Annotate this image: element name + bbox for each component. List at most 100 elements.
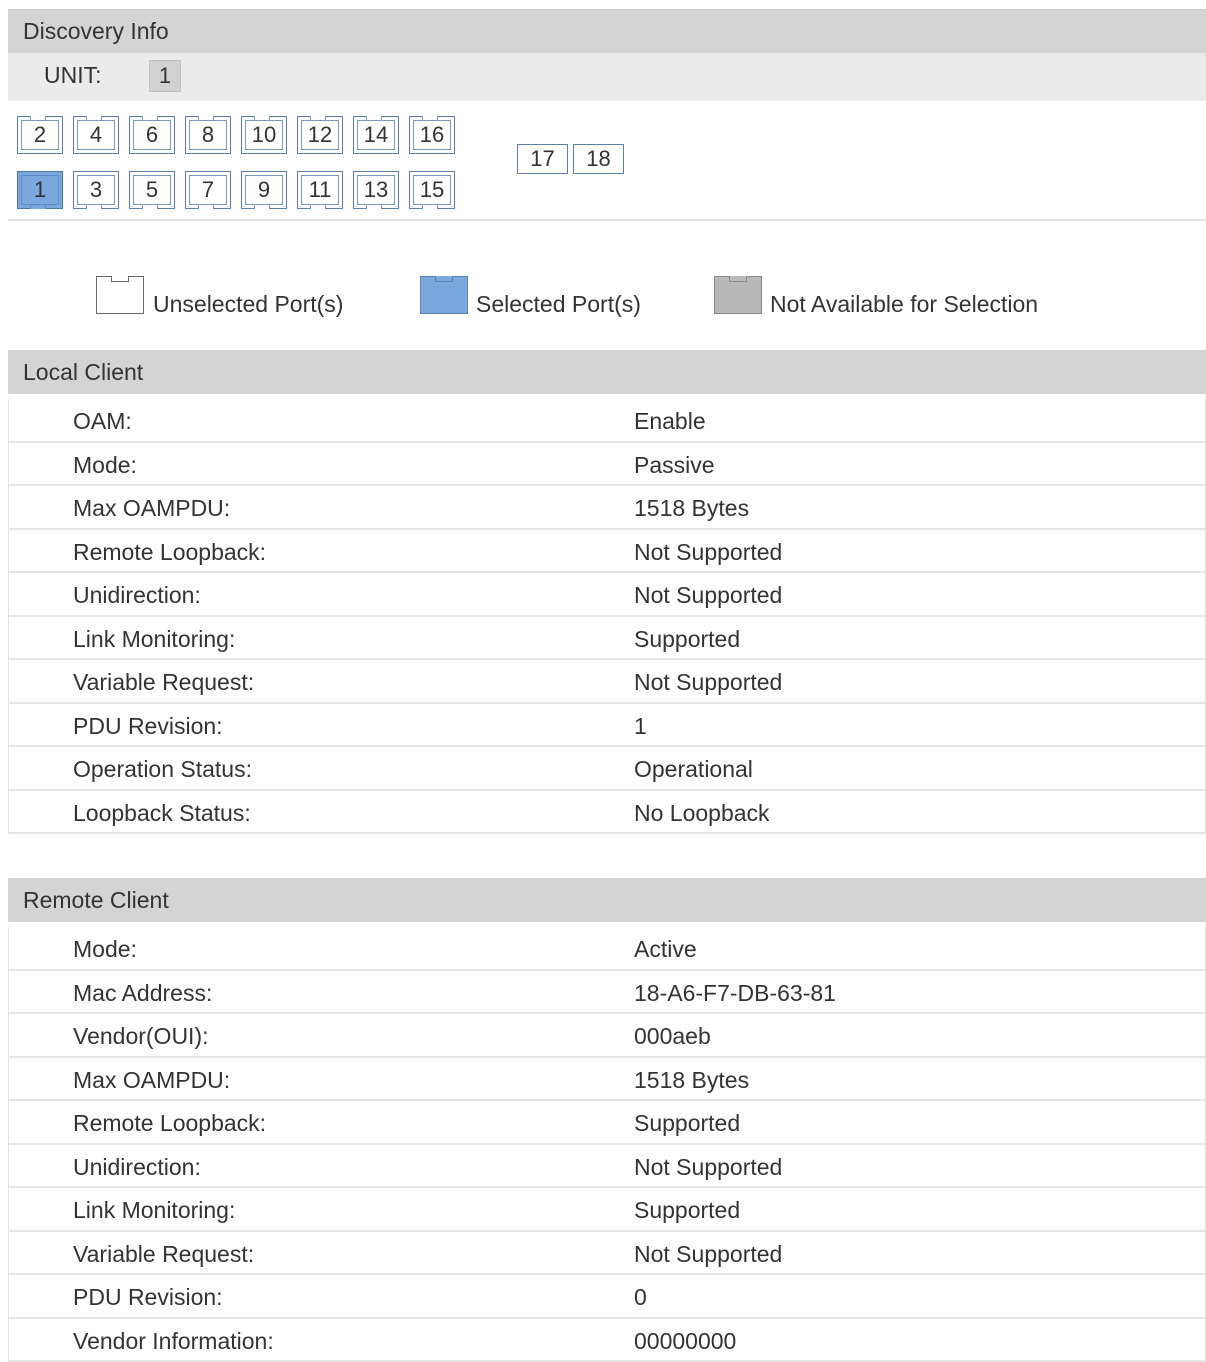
table-row: Max OAMPDU:1518 Bytes (9, 1058, 1205, 1102)
field-label: Vendor(OUI): (73, 1023, 209, 1050)
port-16[interactable]: 16 (409, 116, 455, 154)
field-value: Not Supported (634, 1154, 782, 1181)
port-number: 12 (298, 122, 342, 148)
unit-bar: UNIT: 1 (8, 53, 1206, 101)
sfp-port-18[interactable]: 18 (573, 144, 624, 174)
port-3[interactable]: 3 (73, 171, 119, 209)
field-label: Unidirection: (73, 1154, 201, 1181)
table-row: Operation Status: Operational (9, 747, 1205, 791)
table-row: Unidirection: Not Supported (9, 573, 1205, 617)
field-value: Operational (634, 756, 753, 783)
field-value: Enable (634, 408, 706, 435)
port-number: 15 (410, 177, 454, 203)
field-label: Mode: (73, 936, 137, 963)
port-4[interactable]: 4 (73, 116, 119, 154)
port-number: 11 (298, 177, 342, 203)
discovery-info-header: Discovery Info (8, 9, 1206, 53)
port-14[interactable]: 14 (353, 116, 399, 154)
field-value: Supported (634, 1110, 740, 1137)
port-15[interactable]: 15 (409, 171, 455, 209)
local-client-header: Local Client (8, 350, 1206, 394)
port-number: 7 (186, 177, 230, 203)
unit-selector[interactable]: 1 (149, 60, 181, 92)
field-label: Link Monitoring: (73, 1197, 235, 1224)
port-11[interactable]: 11 (297, 171, 343, 209)
field-value: Active (634, 936, 697, 963)
field-value: 00000000 (634, 1328, 736, 1355)
table-row: Mode: Active (9, 927, 1205, 971)
legend-selected-label: Selected Port(s) (476, 291, 641, 318)
port-9[interactable]: 9 (241, 171, 287, 209)
port-8[interactable]: 8 (185, 116, 231, 154)
table-row: Max OAMPDU: 1518 Bytes (9, 486, 1205, 530)
table-row: Variable Request: Not Supported (9, 1232, 1205, 1276)
table-row: PDU Revision: 0 (9, 1275, 1205, 1319)
table-row: Vendor Information: 00000000 (9, 1319, 1205, 1362)
port-number: 1 (18, 177, 62, 203)
field-label: Operation Status: (73, 756, 252, 783)
table-row: Vendor(OUI): 000aeb (9, 1014, 1205, 1058)
field-label: OAM: (73, 408, 132, 435)
unavailable-port-icon (714, 276, 762, 314)
port-2[interactable]: 2 (17, 116, 63, 154)
field-value: 0 (634, 1284, 647, 1311)
field-value: 1 (634, 713, 647, 740)
port-5[interactable]: 5 (129, 171, 175, 209)
table-row: Unidirection: Not Supported (9, 1145, 1205, 1189)
table-row: OAM: Enable (9, 399, 1205, 443)
legend-unselected-label: Unselected Port(s) (153, 291, 343, 318)
field-label: Max OAMPDU: (73, 1067, 230, 1094)
field-label: Max OAMPDU: (73, 495, 230, 522)
remote-client-header: Remote Client (8, 878, 1206, 922)
field-value: No Loopback (634, 800, 770, 827)
sfp-port-17[interactable]: 17 (517, 144, 568, 174)
field-value: 1518 Bytes (634, 495, 749, 522)
port-12[interactable]: 12 (297, 116, 343, 154)
unit-label: UNIT: (44, 62, 102, 89)
field-value: Not Supported (634, 582, 782, 609)
port-7[interactable]: 7 (185, 171, 231, 209)
field-value: Not Supported (634, 539, 782, 566)
remote-client-title: Remote Client (23, 887, 169, 913)
discovery-info-title: Discovery Info (23, 18, 169, 44)
unselected-port-icon (96, 276, 144, 314)
port-number: 9 (242, 177, 286, 203)
legend-not-available-label: Not Available for Selection (770, 291, 1038, 318)
field-value: 000aeb (634, 1023, 711, 1050)
port-number: 3 (74, 177, 118, 203)
field-value: Supported (634, 1197, 740, 1224)
table-row: PDU Revision: 1 (9, 704, 1205, 748)
port-number: 10 (242, 122, 286, 148)
field-label: Vendor Information: (73, 1328, 274, 1355)
local-client-title: Local Client (23, 359, 143, 385)
field-label: Variable Request: (73, 1241, 254, 1268)
field-value: Supported (634, 626, 740, 653)
table-row: Link Monitoring: Supported (9, 1188, 1205, 1232)
table-row: Remote Loopback: Supported (9, 1101, 1205, 1145)
port-13[interactable]: 13 (353, 171, 399, 209)
table-row: Link Monitoring: Supported (9, 617, 1205, 661)
field-label: Unidirection: (73, 582, 201, 609)
port-number: 8 (186, 122, 230, 148)
field-value: Not Supported (634, 1241, 782, 1268)
table-row: Mode: Passive (9, 443, 1205, 487)
port-1[interactable]: 1 (17, 171, 63, 209)
selected-port-icon (420, 276, 468, 314)
port-10[interactable]: 10 (241, 116, 287, 154)
field-label: Mac Address: (73, 980, 212, 1007)
field-value: Passive (634, 452, 715, 479)
remote-client-table: Mode: Active Mac Address: 18-A6-F7-DB-63-81… (8, 927, 1206, 1362)
port-number: 2 (18, 122, 62, 148)
port-number: 16 (410, 122, 454, 148)
table-row: Variable Request:Not Supported (9, 660, 1205, 704)
table-row: Loopback Status:No Loopback (9, 791, 1205, 835)
table-row: Mac Address: 18-A6-F7-DB-63-81 (9, 971, 1205, 1015)
field-value: 18-A6-F7-DB-63-81 (634, 980, 836, 1007)
field-label: PDU Revision: (73, 713, 223, 740)
field-label: Remote Loopback: (73, 1110, 266, 1137)
field-label: Link Monitoring: (73, 626, 235, 653)
field-label: Mode: (73, 452, 137, 479)
field-label: PDU Revision: (73, 1284, 223, 1311)
port-6[interactable]: 6 (129, 116, 175, 154)
port-number: 14 (354, 122, 398, 148)
